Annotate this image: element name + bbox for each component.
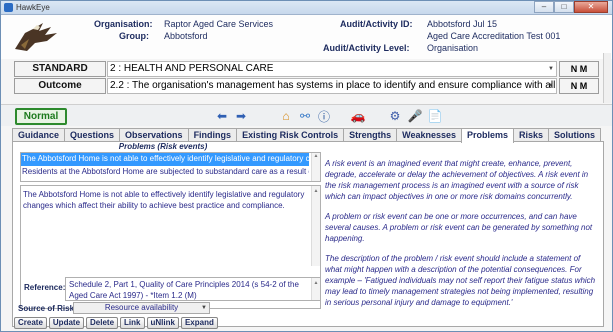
problem-detail-value: The Abbotsford Home is not able to effec… [23, 190, 305, 210]
reference-label: Reference: [24, 283, 66, 292]
action-buttons: Create Update Delete Link uNlink Expand [14, 317, 218, 329]
problems-subheading: Problems (Risk events) [118, 142, 208, 151]
tab-questions[interactable]: Questions [64, 128, 121, 142]
link-button[interactable]: Link [120, 317, 145, 329]
help-paragraph: The description of the problem / risk ev… [325, 254, 596, 307]
outcome-select[interactable]: 2.2 : The organisation's management has … [107, 78, 557, 94]
app-window: HawkEye – □ ✕ Organisation: Raptor Aged … [0, 0, 613, 332]
outcome-label: Outcome [14, 78, 106, 94]
link-icon[interactable]: ⚯ [297, 108, 313, 124]
unlink-button[interactable]: uNlink [146, 317, 179, 329]
tab-weaknesses[interactable]: Weaknesses [396, 128, 462, 142]
chevron-down-icon[interactable]: ▼ [547, 62, 555, 76]
organisation-value: Raptor Aged Care Services [164, 19, 274, 29]
organisation-label: Organisation: [94, 19, 153, 29]
list-item[interactable]: Residents at the Abbotsford Home are sub… [21, 166, 309, 179]
maximize-button[interactable]: □ [554, 1, 574, 13]
tab-solutions[interactable]: Solutions [548, 128, 602, 142]
info-icon[interactable]: ⓘ [316, 108, 332, 124]
outcome-rating[interactable]: N M [559, 78, 599, 94]
tab-existing-risk-controls[interactable]: Existing Risk Controls [236, 128, 345, 142]
source-of-risk-select[interactable]: Resource availability ▼ [73, 302, 210, 314]
tab-guidance[interactable]: Guidance [12, 128, 66, 142]
audit-level-value: Organisation [427, 43, 479, 53]
minimize-button[interactable]: – [534, 1, 554, 13]
toolbar: Normal ⬅ ➡ ⌂ ⚯ ⓘ 🚗 ⚙ 🎤 📄 [1, 104, 612, 126]
window-title: HawkEye [16, 3, 50, 12]
create-button[interactable]: Create [14, 317, 47, 329]
list-scrollbar[interactable]: ▲ [311, 153, 320, 181]
help-paragraph: A problem or risk event can be one or mo… [325, 212, 593, 243]
forward-arrow-icon[interactable]: ➡ [233, 108, 249, 124]
normal-mode-button[interactable]: Normal [15, 108, 67, 125]
standard-label: STANDARD [14, 61, 106, 77]
expand-button[interactable]: Expand [180, 317, 218, 329]
source-of-risk-value: Resource availability [104, 303, 179, 312]
back-arrow-icon[interactable]: ⬅ [214, 108, 230, 124]
tab-bar: Guidance Questions Observations Findings… [12, 128, 612, 143]
audit-id-label: Audit/Activity ID: [340, 19, 413, 29]
problems-panel: Problems (Risk events) The Abbotsford Ho… [12, 141, 604, 329]
raptor-logo [15, 23, 57, 51]
help-text: A risk event is an imagined event that m… [325, 158, 597, 317]
update-button[interactable]: Update [48, 317, 85, 329]
tab-observations[interactable]: Observations [119, 128, 189, 142]
gear-icon[interactable]: ⚙ [387, 108, 403, 124]
chevron-down-icon[interactable]: ▼ [547, 79, 555, 93]
home-icon[interactable]: ⌂ [278, 108, 294, 124]
problems-list: The Abbotsford Home is not able to effec… [20, 152, 321, 182]
audit-id-value: Abbotsford Jul 15 [427, 19, 498, 29]
chevron-down-icon: ▼ [201, 305, 207, 311]
reference-value: Schedule 2, Part 1, Quality of Care Prin… [69, 280, 299, 300]
source-of-risk-label: Source of Risk: [18, 304, 77, 313]
help-paragraph: A risk event is an imagined event that m… [325, 159, 589, 201]
microphone-icon[interactable]: 🎤 [407, 108, 423, 124]
header-scrollbar[interactable] [603, 53, 611, 103]
group-value: Abbotsford [164, 31, 208, 41]
app-icon [4, 3, 13, 12]
reference-field[interactable]: Schedule 2, Part 1, Quality of Care Prin… [65, 277, 321, 301]
reference-scrollbar[interactable]: ▲ [311, 278, 320, 300]
tab-findings[interactable]: Findings [187, 128, 238, 142]
car-icon[interactable]: 🚗 [347, 108, 369, 124]
tab-risks[interactable]: Risks [513, 128, 550, 142]
reference-row: Reference: Schedule 2, Part 1, Quality o… [20, 277, 321, 301]
list-item[interactable]: The Abbotsford Home is not able to effec… [21, 153, 309, 166]
title-bar: HawkEye – □ ✕ [1, 1, 612, 15]
standard-select[interactable]: 2 : HEALTH AND PERSONAL CARE [107, 61, 557, 77]
audit-level-label: Audit/Activity Level: [323, 43, 410, 53]
audit-description: Aged Care Accreditation Test 001 [427, 31, 561, 41]
header: Organisation: Raptor Aged Care Services … [1, 15, 612, 59]
standard-rating[interactable]: N M [559, 61, 599, 77]
close-button[interactable]: ✕ [574, 1, 608, 13]
detail-scrollbar[interactable]: ▲ [311, 186, 320, 266]
delete-button[interactable]: Delete [86, 317, 119, 329]
document-icon[interactable]: 📄 [427, 108, 443, 124]
group-label: Group: [119, 31, 149, 41]
tab-strengths[interactable]: Strengths [343, 128, 398, 142]
tab-problems[interactable]: Problems [460, 128, 514, 143]
